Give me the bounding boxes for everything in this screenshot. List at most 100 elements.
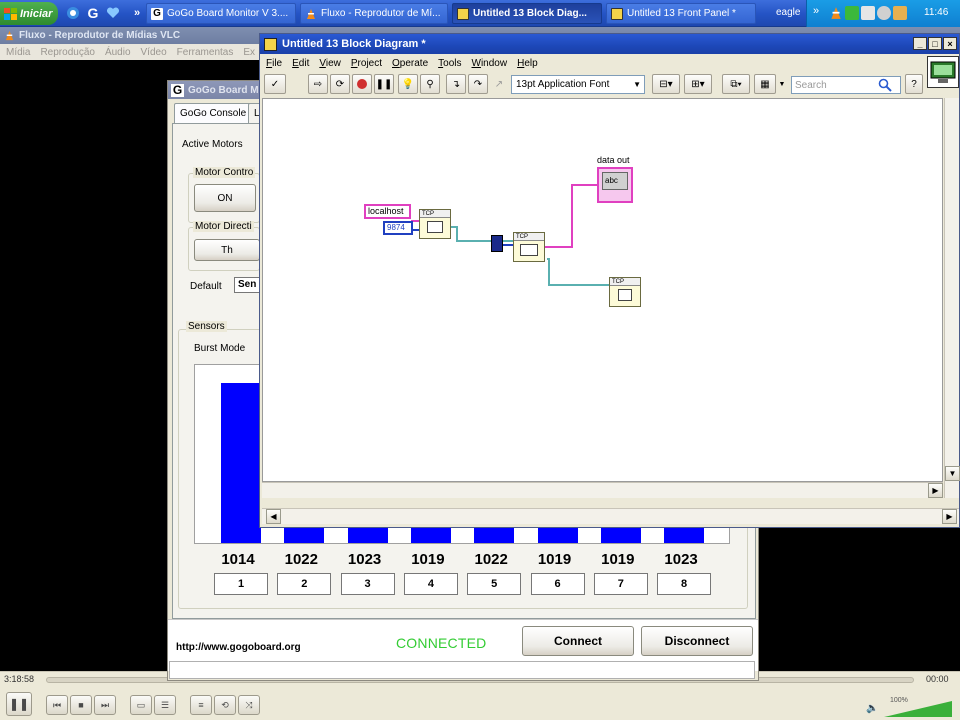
context-help-button[interactable]: ? (905, 74, 923, 94)
step-over-button[interactable]: ↷ (468, 74, 488, 94)
font-select[interactable]: 13pt Application Font ▼ (511, 75, 645, 94)
host-string-constant[interactable]: localhost (364, 204, 411, 219)
clean-up-icon: ▦ (760, 78, 770, 90)
vlc-menu-audio[interactable]: Áudio (105, 47, 131, 58)
maximize-button[interactable]: □ (928, 37, 942, 50)
highlight-execution-button[interactable]: 💡 (398, 74, 418, 94)
shuffle-button[interactable]: ⤨ (238, 695, 260, 715)
sensor-port-8[interactable]: 8 (657, 573, 712, 595)
bytes-to-read-constant[interactable] (491, 235, 503, 252)
front-panel-horizontal-scrollbar[interactable]: ◀ ▶ (262, 508, 959, 524)
chevron-right-icon[interactable]: » (128, 4, 146, 22)
sensor-port-5[interactable]: 5 (467, 573, 522, 595)
retain-wire-values-button[interactable]: ⚲ (420, 74, 440, 94)
shield-icon[interactable] (877, 6, 891, 20)
loop-run-button[interactable]: ⟳ (330, 74, 350, 94)
run-continuously-button[interactable]: ⇨ (308, 74, 328, 94)
scroll-right-button[interactable]: ▶ (942, 509, 957, 524)
menu-file[interactable]: File (266, 58, 282, 69)
antivirus-icon[interactable] (893, 6, 907, 20)
connection-status: CONNECTED (396, 635, 487, 651)
sensor-port-7[interactable]: 7 (593, 573, 648, 595)
sensor-port-1[interactable]: 1 (214, 573, 268, 595)
task-gogo-monitor[interactable]: G GoGo Board Monitor V 3.... (146, 3, 296, 24)
sensor-port-3[interactable]: 3 (340, 573, 395, 595)
network-icon[interactable] (845, 6, 859, 20)
run-button[interactable]: ✓ (264, 74, 286, 94)
disconnect-button[interactable]: Disconnect (641, 626, 753, 656)
sensor-port-2[interactable]: 2 (277, 573, 332, 595)
align-objects-button[interactable]: ⊟▾ (652, 74, 680, 94)
abort-button[interactable] (352, 74, 372, 94)
pause-button[interactable]: ❚❚ (6, 692, 32, 716)
tcp-open-node[interactable]: TCP (419, 209, 451, 239)
task-label: Untitled 13 Front Panel * (627, 8, 736, 19)
menu-window[interactable]: Window (472, 58, 508, 69)
subtab-sensors[interactable]: Sen (234, 277, 262, 293)
sensor-port-6[interactable]: 6 (530, 573, 585, 595)
vlc-menu-video[interactable]: Vídeo (141, 47, 167, 58)
next-button[interactable]: ⏭ (94, 695, 116, 715)
fullscreen-button[interactable]: ▭ (130, 695, 152, 715)
scroll-down-button[interactable]: ▼ (945, 466, 960, 481)
distribute-objects-button[interactable]: ⊞▾ (684, 74, 712, 94)
update-icon[interactable] (861, 6, 875, 20)
menu-view[interactable]: View (319, 58, 341, 69)
data-out-indicator[interactable]: abc (597, 167, 633, 203)
vlc-cone-icon[interactable] (829, 6, 843, 20)
pause-button[interactable]: ❚❚ (374, 74, 394, 94)
previous-button[interactable]: ⏮ (46, 695, 68, 715)
gogo-url-link[interactable]: http://www.gogoboard.org (176, 642, 301, 653)
loop-button[interactable]: ⟲ (214, 695, 236, 715)
extended-settings-button[interactable]: ☰ (154, 695, 176, 715)
browser-icon[interactable] (64, 4, 82, 22)
vertical-scrollbar[interactable]: ▼ (944, 98, 960, 498)
start-button[interactable]: Iniciar (0, 2, 58, 25)
active-motors-label: Active Motors (182, 139, 243, 150)
playlist-button[interactable]: ≡ (190, 695, 212, 715)
sensor-port-4[interactable]: 4 (403, 573, 458, 595)
reorder-button[interactable]: ⧉▾ (722, 74, 750, 94)
port-numeric-constant[interactable]: 9874 (383, 221, 413, 235)
task-front-panel[interactable]: Untitled 13 Front Panel * (606, 3, 756, 24)
menu-edit[interactable]: Edit (292, 58, 309, 69)
horizontal-scrollbar[interactable]: ▶ (262, 482, 943, 498)
vlc-menu-media[interactable]: Mídia (6, 47, 30, 58)
vlc-menu-tools[interactable]: Ferramentas (177, 47, 234, 58)
motor-on-button[interactable]: ON (194, 184, 256, 212)
chevron-right-icon[interactable]: » (813, 5, 819, 17)
step-out-button[interactable]: ↗ (490, 74, 508, 94)
menu-operate[interactable]: Operate (392, 58, 428, 69)
menu-tools[interactable]: Tools (438, 58, 461, 69)
minimize-button[interactable]: _ (913, 37, 927, 50)
vlc-cone-icon (4, 30, 15, 41)
vlc-menu-extra[interactable]: Ex (243, 47, 255, 58)
task-vlc[interactable]: Fluxo - Reprodutor de Mí... (300, 3, 448, 24)
stop-button[interactable]: ■ (70, 695, 92, 715)
clean-up-diagram-button[interactable]: ▦ (754, 74, 776, 94)
scroll-right-button[interactable]: ▶ (928, 483, 943, 498)
step-into-button[interactable]: ↴ (446, 74, 466, 94)
block-diagram-canvas[interactable]: localhost 9874 TCP TCP data out abc TCP (262, 98, 943, 482)
next-icon: ⏭ (100, 699, 110, 710)
google-icon[interactable]: G (84, 4, 102, 22)
help-icon: ? (911, 78, 917, 90)
vlc-menu-playback[interactable]: Reprodução (40, 47, 94, 58)
toolbar-more-button[interactable]: ▼ (777, 74, 787, 94)
motor-this-way-button[interactable]: Th (194, 239, 260, 261)
connect-button[interactable]: Connect (522, 626, 634, 656)
speaker-icon[interactable]: 🔈 (866, 703, 878, 714)
search-icon[interactable] (878, 78, 892, 95)
tab-gogo-console[interactable]: GoGo Console (174, 103, 253, 123)
subtab-default[interactable]: Default (190, 281, 222, 292)
menu-project[interactable]: Project (351, 58, 382, 69)
task-block-diagram[interactable]: Untitled 13 Block Diag... (452, 3, 602, 24)
tcp-read-node[interactable]: TCP (513, 232, 545, 262)
menu-help[interactable]: Help (517, 58, 538, 69)
vi-icon[interactable] (927, 56, 959, 88)
tcp-close-node[interactable]: TCP (609, 277, 641, 307)
close-button[interactable]: × (943, 37, 957, 50)
clock[interactable]: 11:46 (924, 7, 948, 18)
heart-icon[interactable] (104, 4, 122, 22)
scroll-left-button[interactable]: ◀ (266, 509, 281, 524)
